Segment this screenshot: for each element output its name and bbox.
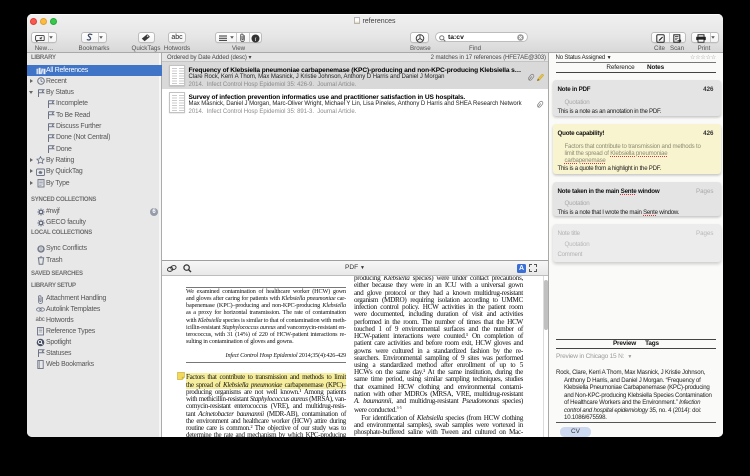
svg-text:i: i xyxy=(255,35,257,42)
